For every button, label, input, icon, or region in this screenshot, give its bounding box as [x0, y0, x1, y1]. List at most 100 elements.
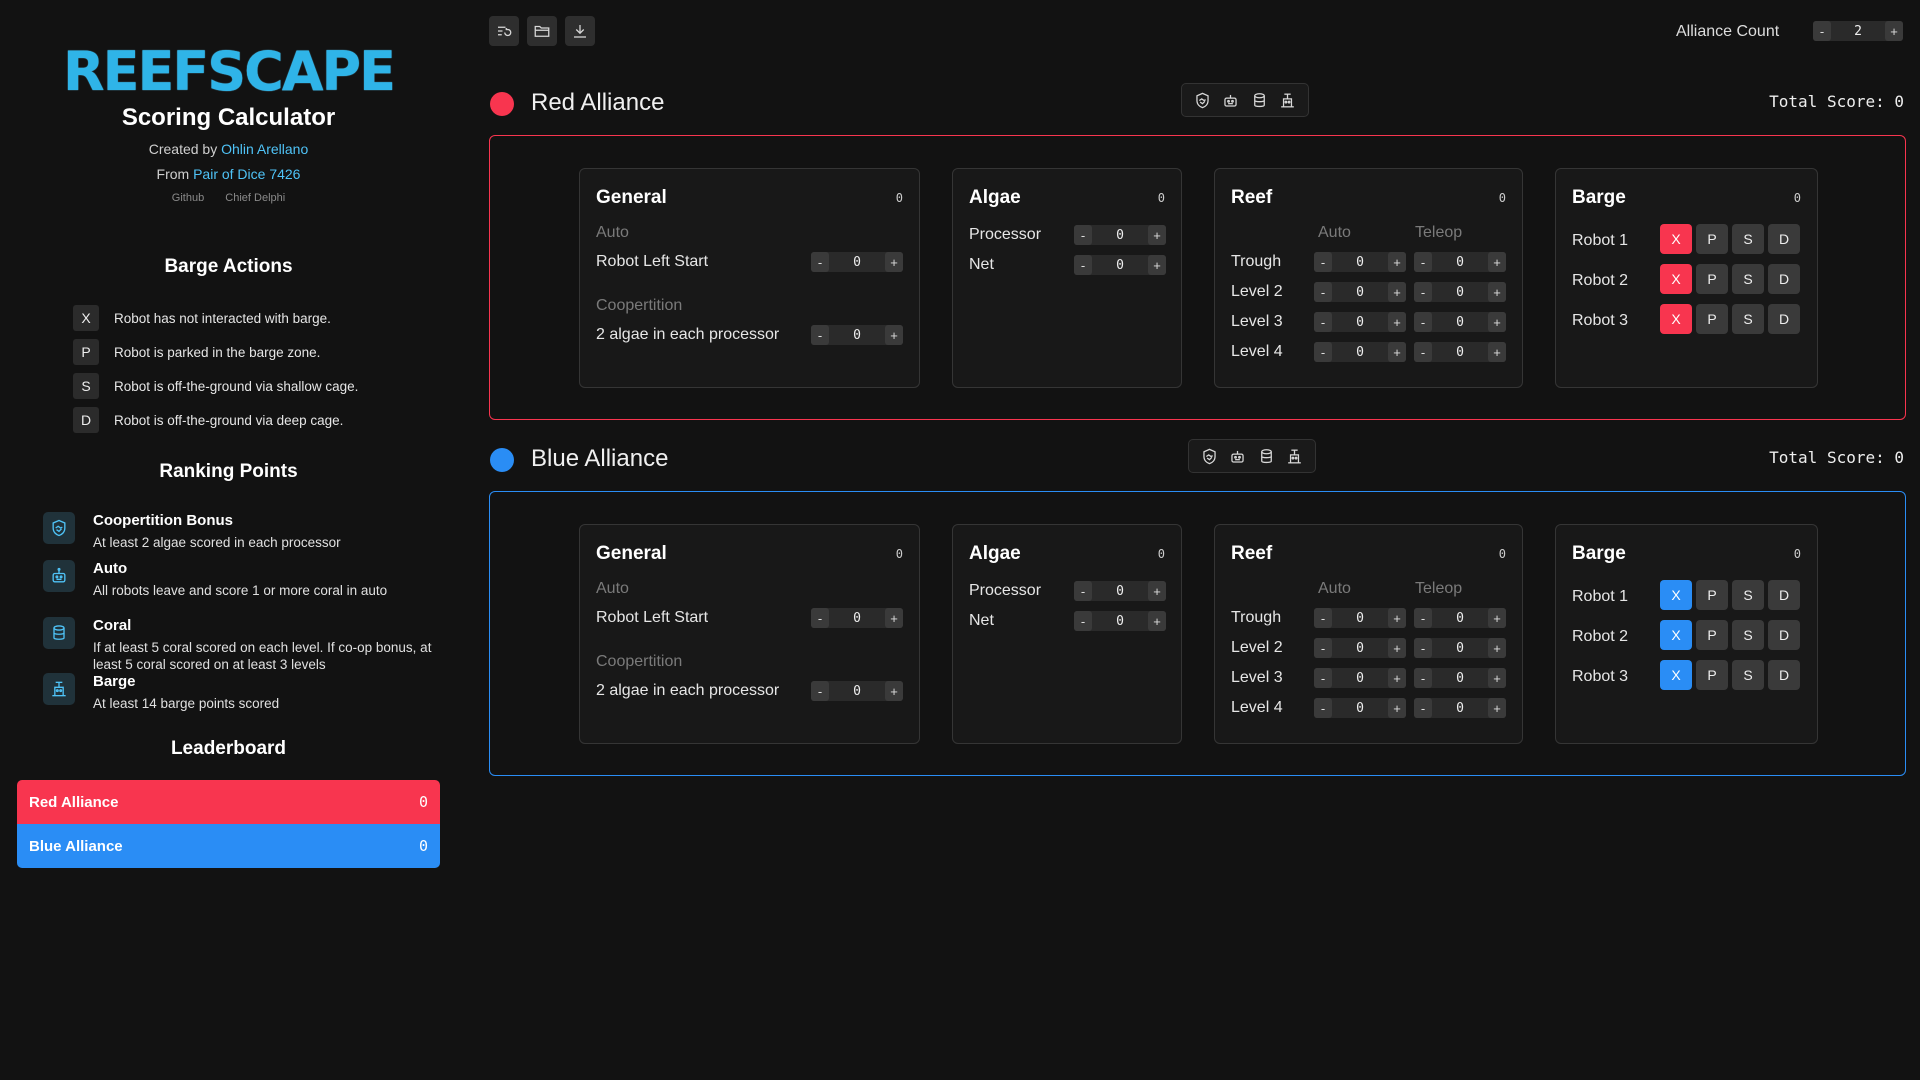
increment-button[interactable]: + [1488, 282, 1506, 302]
alliance-count-decrement[interactable]: - [1813, 21, 1831, 41]
increment-button[interactable]: + [885, 681, 903, 701]
handshake-icon[interactable] [1200, 447, 1219, 466]
decrement-button[interactable]: - [1314, 342, 1332, 362]
decrement-button[interactable]: - [1314, 668, 1332, 688]
stepper-value[interactable]: 0 [829, 328, 885, 343]
stepper-value[interactable]: 0 [1332, 255, 1388, 270]
barge-option-x[interactable]: X [1660, 304, 1692, 334]
increment-button[interactable]: + [1488, 342, 1506, 362]
increment-button[interactable]: + [1488, 252, 1506, 272]
barge-option-p[interactable]: P [1696, 580, 1728, 610]
decrement-button[interactable]: - [1314, 698, 1332, 718]
barge-option-p[interactable]: P [1696, 224, 1728, 254]
stepper-value[interactable]: 0 [1432, 611, 1488, 626]
increment-button[interactable]: + [1148, 255, 1166, 275]
robot-climb-icon[interactable] [1278, 91, 1297, 110]
stepper-value[interactable]: 0 [1332, 671, 1388, 686]
barge-option-s[interactable]: S [1732, 224, 1764, 254]
decrement-button[interactable]: - [1074, 611, 1092, 631]
team-link[interactable]: Pair of Dice 7426 [193, 166, 300, 182]
decrement-button[interactable]: - [1414, 282, 1432, 302]
barge-option-p[interactable]: P [1696, 304, 1728, 334]
robot-icon[interactable] [1221, 91, 1240, 110]
increment-button[interactable]: + [1388, 638, 1406, 658]
decrement-button[interactable]: - [1314, 608, 1332, 628]
decrement-button[interactable]: - [1414, 638, 1432, 658]
stepper-value[interactable]: 0 [1092, 614, 1148, 629]
decrement-button[interactable]: - [1074, 581, 1092, 601]
barge-option-d[interactable]: D [1768, 580, 1800, 610]
barge-option-d[interactable]: D [1768, 264, 1800, 294]
increment-button[interactable]: + [1488, 698, 1506, 718]
barge-option-x[interactable]: X [1660, 620, 1692, 650]
increment-button[interactable]: + [1388, 282, 1406, 302]
decrement-button[interactable]: - [1074, 225, 1092, 245]
barge-option-p[interactable]: P [1696, 620, 1728, 650]
increment-button[interactable]: + [1148, 225, 1166, 245]
github-link[interactable]: Github [172, 192, 204, 204]
increment-button[interactable]: + [1148, 611, 1166, 631]
stepper-value[interactable]: 0 [1432, 671, 1488, 686]
decrement-button[interactable]: - [1414, 342, 1432, 362]
decrement-button[interactable]: - [1414, 668, 1432, 688]
increment-button[interactable]: + [1148, 581, 1166, 601]
barge-option-s[interactable]: S [1732, 580, 1764, 610]
handshake-icon[interactable] [1193, 91, 1212, 110]
stepper-value[interactable]: 0 [1332, 345, 1388, 360]
stepper-value[interactable]: 0 [1092, 258, 1148, 273]
barge-option-p[interactable]: P [1696, 660, 1728, 690]
decrement-button[interactable]: - [1074, 255, 1092, 275]
increment-button[interactable]: + [885, 252, 903, 272]
stepper-value[interactable]: 0 [829, 611, 885, 626]
increment-button[interactable]: + [1488, 608, 1506, 628]
stepper-value[interactable]: 0 [1432, 701, 1488, 716]
barge-option-x[interactable]: X [1660, 224, 1692, 254]
robot-icon[interactable] [1228, 447, 1247, 466]
stepper-value[interactable]: 0 [829, 684, 885, 699]
increment-button[interactable]: + [1388, 668, 1406, 688]
barge-option-d[interactable]: D [1768, 660, 1800, 690]
stepper-value[interactable]: 0 [1092, 584, 1148, 599]
increment-button[interactable]: + [1388, 608, 1406, 628]
cylinder-icon[interactable] [1250, 91, 1269, 110]
decrement-button[interactable]: - [1314, 312, 1332, 332]
stepper-value[interactable]: 0 [1432, 345, 1488, 360]
chief-delphi-link[interactable]: Chief Delphi [225, 192, 285, 204]
increment-button[interactable]: + [1488, 312, 1506, 332]
stepper-value[interactable]: 0 [1332, 315, 1388, 330]
increment-button[interactable]: + [1388, 698, 1406, 718]
stepper-value[interactable]: 0 [1092, 228, 1148, 243]
cylinder-icon[interactable] [1257, 447, 1276, 466]
reset-button[interactable] [489, 16, 519, 46]
barge-option-x[interactable]: X [1660, 660, 1692, 690]
robot-climb-icon[interactable] [1285, 447, 1304, 466]
decrement-button[interactable]: - [811, 325, 829, 345]
barge-option-s[interactable]: S [1732, 264, 1764, 294]
barge-option-d[interactable]: D [1768, 224, 1800, 254]
stepper-value[interactable]: 0 [1432, 255, 1488, 270]
increment-button[interactable]: + [885, 608, 903, 628]
stepper-value[interactable]: 0 [829, 255, 885, 270]
increment-button[interactable]: + [1488, 638, 1506, 658]
barge-option-s[interactable]: S [1732, 660, 1764, 690]
stepper-value[interactable]: 0 [1332, 641, 1388, 656]
author-link[interactable]: Ohlin Arellano [221, 141, 308, 157]
decrement-button[interactable]: - [1314, 252, 1332, 272]
decrement-button[interactable]: - [1314, 282, 1332, 302]
barge-option-x[interactable]: X [1660, 580, 1692, 610]
decrement-button[interactable]: - [1314, 638, 1332, 658]
barge-option-d[interactable]: D [1768, 620, 1800, 650]
increment-button[interactable]: + [1388, 342, 1406, 362]
barge-option-s[interactable]: S [1732, 620, 1764, 650]
decrement-button[interactable]: - [1414, 608, 1432, 628]
barge-option-p[interactable]: P [1696, 264, 1728, 294]
decrement-button[interactable]: - [1414, 312, 1432, 332]
decrement-button[interactable]: - [811, 252, 829, 272]
stepper-value[interactable]: 0 [1332, 611, 1388, 626]
decrement-button[interactable]: - [1414, 252, 1432, 272]
barge-option-x[interactable]: X [1660, 264, 1692, 294]
barge-option-s[interactable]: S [1732, 304, 1764, 334]
open-button[interactable] [527, 16, 557, 46]
stepper-value[interactable]: 0 [1432, 315, 1488, 330]
alliance-count-value[interactable]: 2 [1831, 24, 1885, 39]
